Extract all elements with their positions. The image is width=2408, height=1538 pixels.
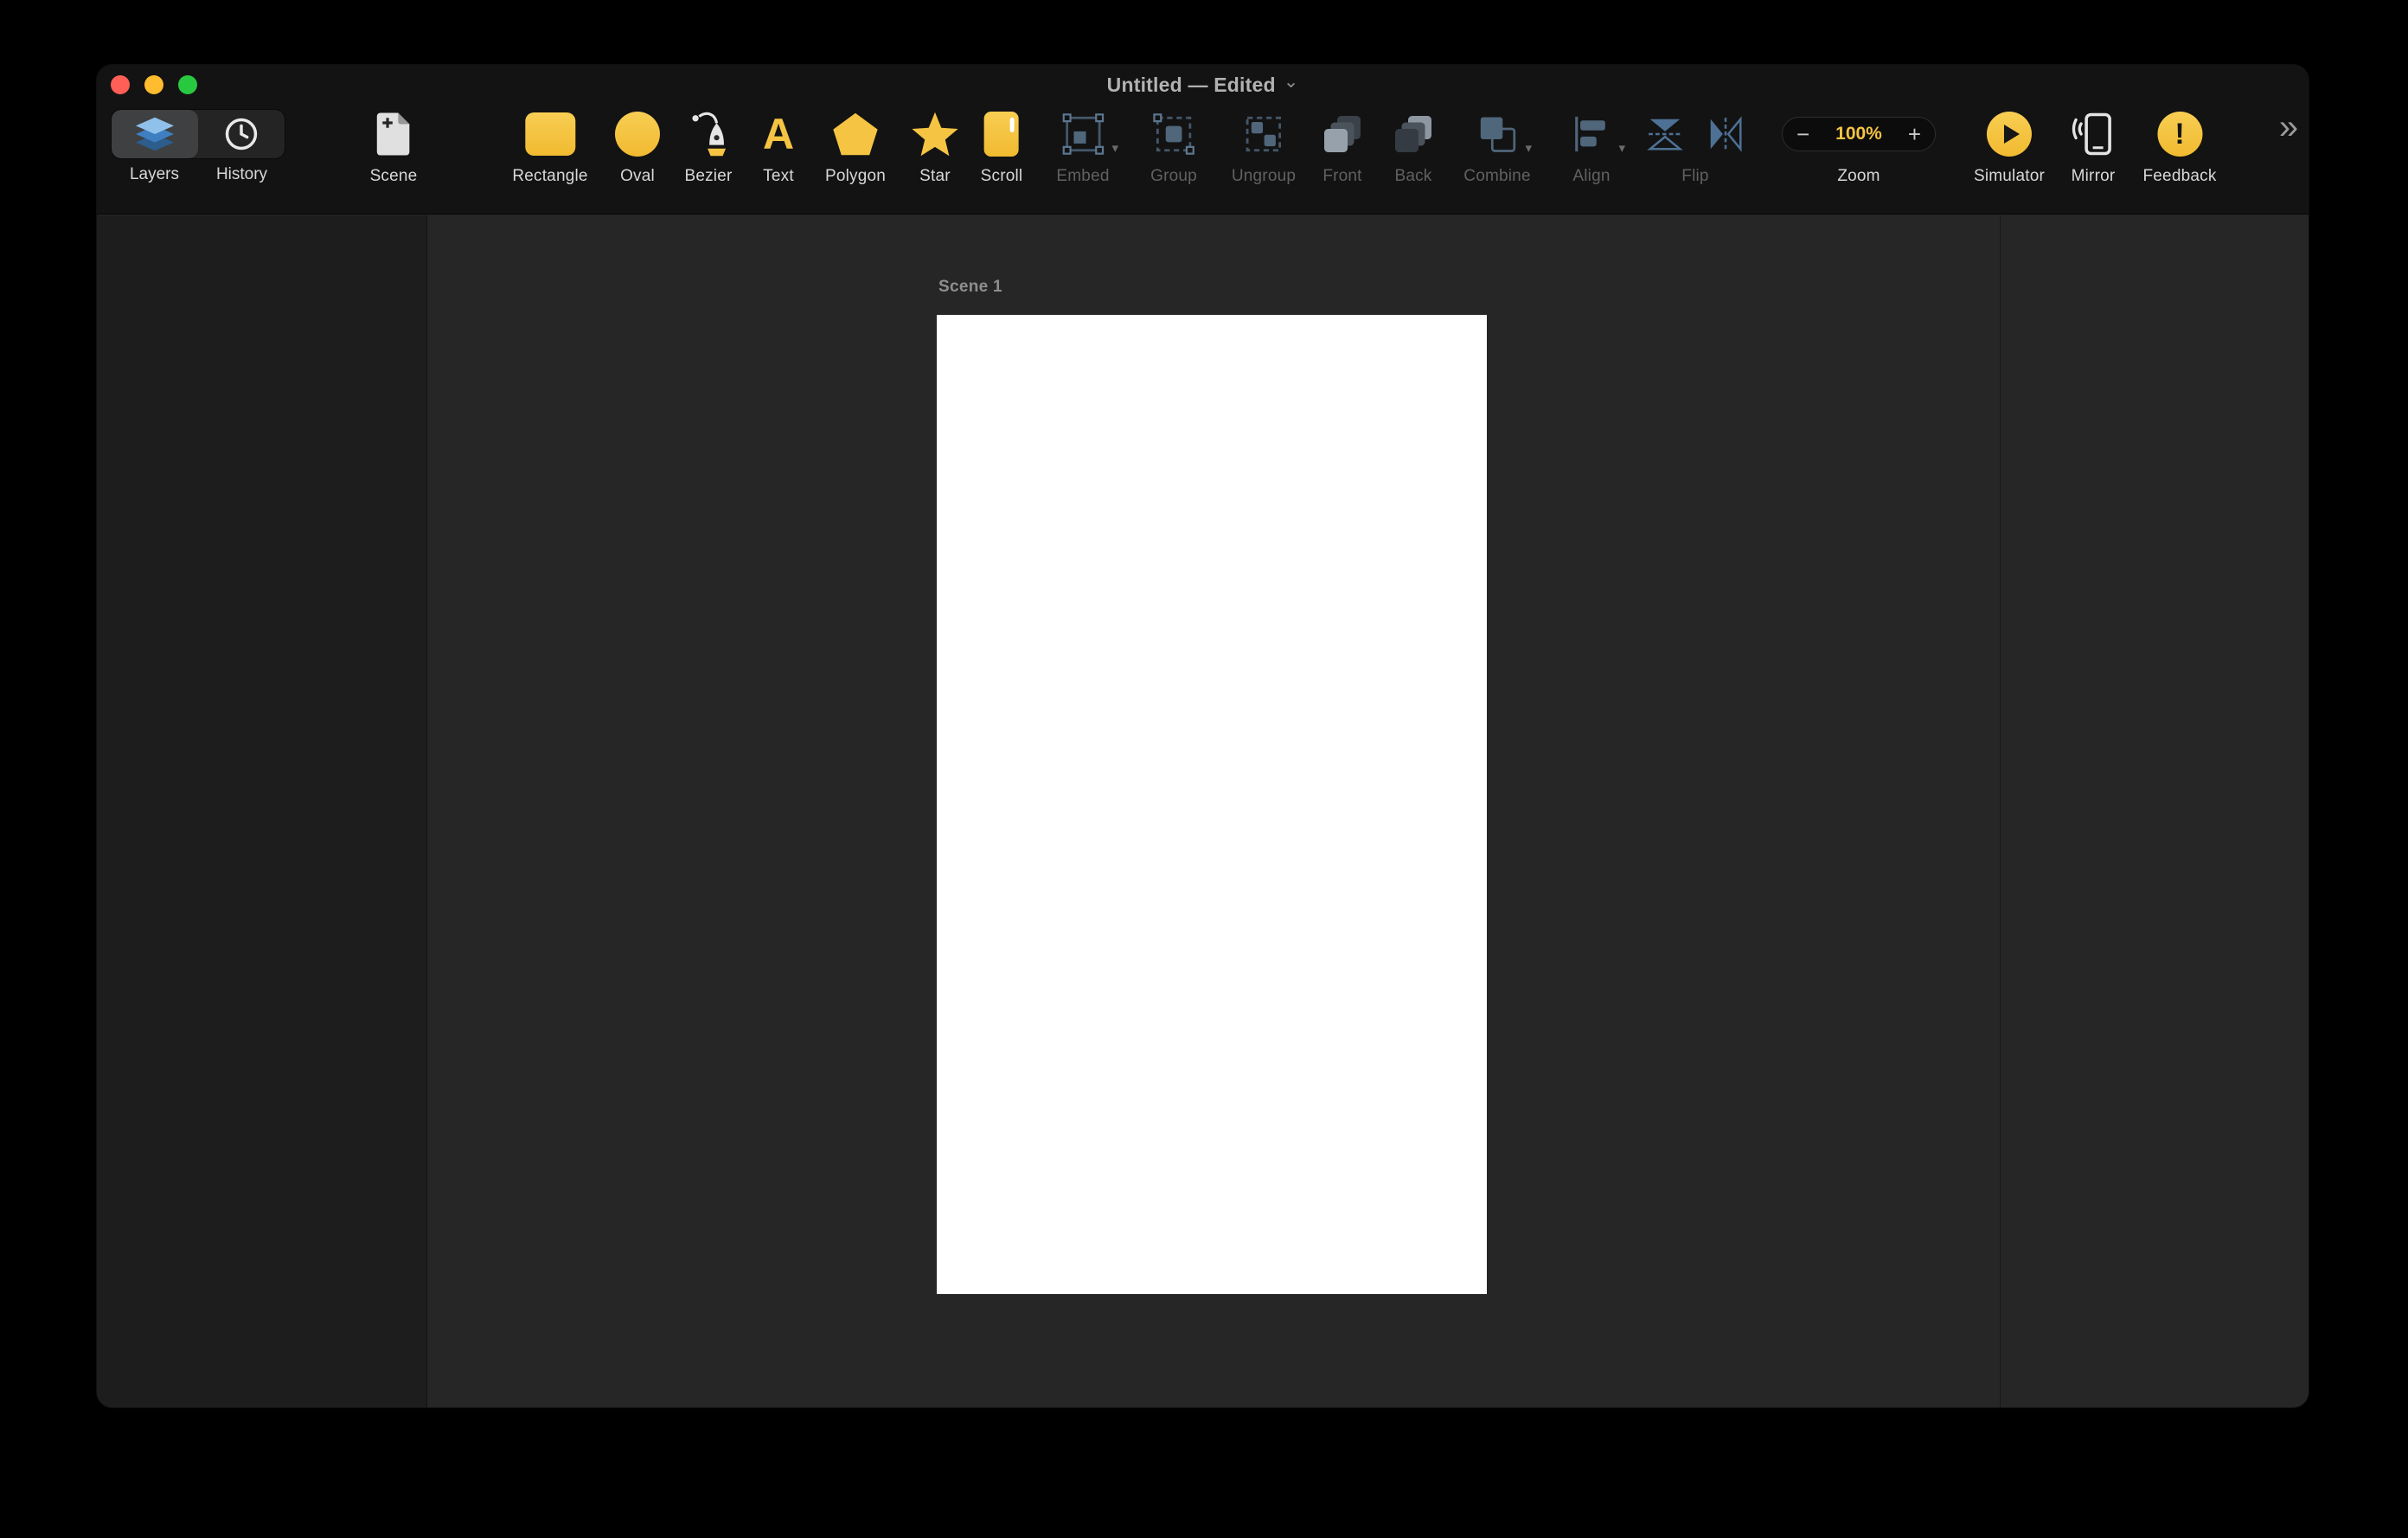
text-label: Text bbox=[763, 167, 794, 185]
rectangle-tool-button[interactable]: Rectangle bbox=[512, 106, 587, 186]
combine-button[interactable]: ▾ Combine bbox=[1463, 106, 1532, 186]
scroll-tool-button[interactable]: Scroll bbox=[981, 106, 1023, 186]
polygon-label: Polygon bbox=[824, 167, 887, 185]
align-dropdown-chevron-icon: ▾ bbox=[1618, 141, 1625, 156]
mirror-label: Mirror bbox=[2071, 167, 2116, 185]
star-icon bbox=[912, 112, 958, 157]
ungroup-icon bbox=[1246, 116, 1282, 152]
title-menu-chevron-icon[interactable]: ⌄ bbox=[1284, 71, 1299, 93]
text-tool-button[interactable]: A Text bbox=[763, 106, 794, 186]
bezier-label: Bezier bbox=[684, 167, 733, 185]
send-to-back-button[interactable]: Back bbox=[1393, 106, 1434, 186]
zoom-pill: − 100% + bbox=[1782, 117, 1936, 151]
history-clock-icon bbox=[225, 118, 258, 151]
simulator-play-icon bbox=[1987, 112, 2032, 157]
bring-to-front-button[interactable]: Front bbox=[1322, 106, 1363, 186]
align-icon bbox=[1575, 116, 1605, 152]
zoom-out-button[interactable]: − bbox=[1796, 123, 1809, 145]
canvas-area[interactable]: Scene 1 bbox=[97, 215, 2309, 1407]
flip-vertical-icon bbox=[1647, 119, 1683, 151]
mirror-phone-icon bbox=[2072, 112, 2112, 156]
embed-button[interactable]: ▾ Embed bbox=[1056, 106, 1118, 186]
history-label: History bbox=[215, 165, 268, 183]
window-title-row: Untitled — Edited ⌄ bbox=[97, 72, 2309, 98]
back-label: Back bbox=[1394, 167, 1432, 185]
combine-label: Combine bbox=[1463, 167, 1531, 185]
oval-icon bbox=[615, 112, 660, 157]
zoom-control: − 100% + Zoom bbox=[1782, 106, 1936, 186]
group-label: Group bbox=[1150, 167, 1197, 185]
app-window: Untitled — Edited ⌄ Layers History Scene… bbox=[97, 65, 2309, 1407]
embed-label: Embed bbox=[1056, 167, 1110, 185]
scroll-icon bbox=[984, 112, 1019, 157]
add-scene-button[interactable]: Scene bbox=[370, 106, 418, 186]
feedback-label: Feedback bbox=[2142, 167, 2217, 185]
layers-icon bbox=[136, 117, 174, 151]
rectangle-icon bbox=[524, 112, 575, 156]
zoom-label: Zoom bbox=[1837, 167, 1880, 185]
embed-icon bbox=[1062, 113, 1104, 155]
feedback-button[interactable]: ! Feedback bbox=[2142, 106, 2216, 186]
layers-label: Layers bbox=[129, 165, 180, 183]
flip-buttons[interactable]: Flip bbox=[1646, 106, 1745, 186]
feedback-exclamation-icon: ! bbox=[2156, 112, 2202, 157]
simulator-label: Simulator bbox=[1973, 167, 2046, 185]
align-button[interactable]: ▾ Align bbox=[1572, 106, 1625, 186]
scene-title[interactable]: Scene 1 bbox=[938, 278, 1002, 297]
embed-dropdown-chevron-icon: ▾ bbox=[1111, 141, 1118, 156]
star-tool-button[interactable]: Star bbox=[911, 106, 959, 186]
oval-label: Oval bbox=[620, 167, 655, 185]
send-to-back-icon bbox=[1395, 116, 1431, 152]
scene-artboard[interactable] bbox=[937, 315, 1487, 1294]
window-title: Untitled — Edited bbox=[1106, 73, 1276, 96]
text-a-icon: A bbox=[762, 110, 795, 158]
bezier-pen-icon bbox=[691, 112, 726, 157]
layers-panel bbox=[97, 215, 427, 1407]
mirror-button[interactable]: Mirror bbox=[2072, 106, 2116, 186]
scene-document-icon bbox=[377, 112, 410, 156]
bezier-tool-button[interactable]: Bezier bbox=[684, 106, 732, 186]
star-label: Star bbox=[919, 167, 951, 185]
combine-dropdown-chevron-icon: ▾ bbox=[1525, 141, 1532, 156]
ungroup-button[interactable]: Ungroup bbox=[1232, 106, 1296, 186]
toolbar-overflow-button[interactable]: » bbox=[2279, 110, 2298, 144]
layers-segment[interactable] bbox=[112, 110, 198, 158]
polygon-tool-button[interactable]: Polygon bbox=[825, 106, 886, 186]
combine-icon bbox=[1480, 117, 1515, 152]
scene-label: Scene bbox=[369, 167, 418, 185]
group-button[interactable]: Group bbox=[1150, 106, 1197, 186]
flip-horizontal-icon bbox=[1710, 116, 1742, 152]
panel-switcher-segments bbox=[111, 109, 285, 159]
group-icon bbox=[1153, 113, 1194, 155]
inspector-divider bbox=[2000, 215, 2001, 1407]
scrollbar-indicator bbox=[1010, 118, 1015, 132]
simulator-button[interactable]: Simulator bbox=[1974, 106, 2045, 186]
zoom-in-button[interactable]: + bbox=[1908, 123, 1921, 145]
scroll-label: Scroll bbox=[980, 167, 1023, 185]
panel-switcher-labels: Layers History bbox=[111, 165, 285, 184]
front-label: Front bbox=[1322, 167, 1362, 185]
oval-tool-button[interactable]: Oval bbox=[615, 106, 660, 186]
polygon-icon bbox=[833, 112, 878, 156]
zoom-value: 100% bbox=[1835, 124, 1882, 144]
panel-switcher: Layers History bbox=[111, 106, 285, 184]
flip-label: Flip bbox=[1681, 167, 1709, 185]
align-label: Align bbox=[1572, 167, 1611, 185]
rectangle-label: Rectangle bbox=[512, 167, 588, 185]
ungroup-label: Ungroup bbox=[1231, 167, 1297, 185]
bring-to-front-icon bbox=[1324, 116, 1361, 152]
history-segment[interactable] bbox=[198, 110, 285, 158]
titlebar-toolbar: Untitled — Edited ⌄ Layers History Scene… bbox=[97, 65, 2309, 215]
